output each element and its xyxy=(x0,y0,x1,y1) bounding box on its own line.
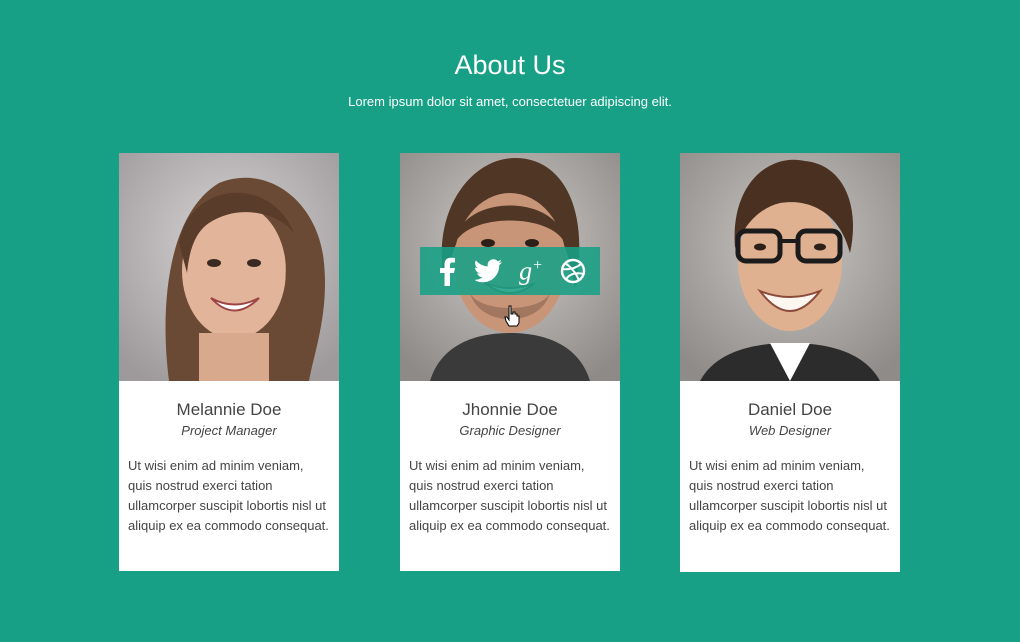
team-card-melannie: Melannie Doe Project Manager Ut wisi eni… xyxy=(119,153,339,571)
team-card-jhonnie: g+ Jhonnie Doe Graphic Designer Ut wisi … xyxy=(400,153,620,571)
twitter-icon[interactable] xyxy=(472,254,506,288)
page-subtitle: Lorem ipsum dolor sit amet, consectetuer… xyxy=(348,94,672,109)
dribbble-icon[interactable] xyxy=(556,254,590,288)
member-name: Daniel Doe xyxy=(747,400,833,419)
google-plus-icon[interactable]: g+ xyxy=(514,254,548,288)
member-bio: Ut wisi enim ad minim veniam, quis nostr… xyxy=(409,458,610,533)
member-photo xyxy=(680,153,900,381)
member-role: Project Manager xyxy=(181,423,277,438)
member-role: Web Designer xyxy=(748,423,832,438)
member-name: Jhonnie Doe xyxy=(462,400,558,419)
facebook-icon[interactable] xyxy=(430,254,464,288)
member-bio: Ut wisi enim ad minim veniam, quis nostr… xyxy=(689,458,890,533)
member-role: Graphic Designer xyxy=(459,423,561,438)
member-photo: g+ xyxy=(400,153,620,381)
hand-cursor-icon xyxy=(504,305,520,327)
social-links-bar: g+ xyxy=(420,247,600,295)
member-bio: Ut wisi enim ad minim veniam, quis nostr… xyxy=(128,458,329,533)
team-card-daniel: Daniel Doe Web Designer Ut wisi enim ad … xyxy=(680,153,900,572)
member-photo xyxy=(119,153,339,381)
member-name: Melannie Doe xyxy=(176,400,282,419)
page-title: About Us xyxy=(454,50,566,80)
